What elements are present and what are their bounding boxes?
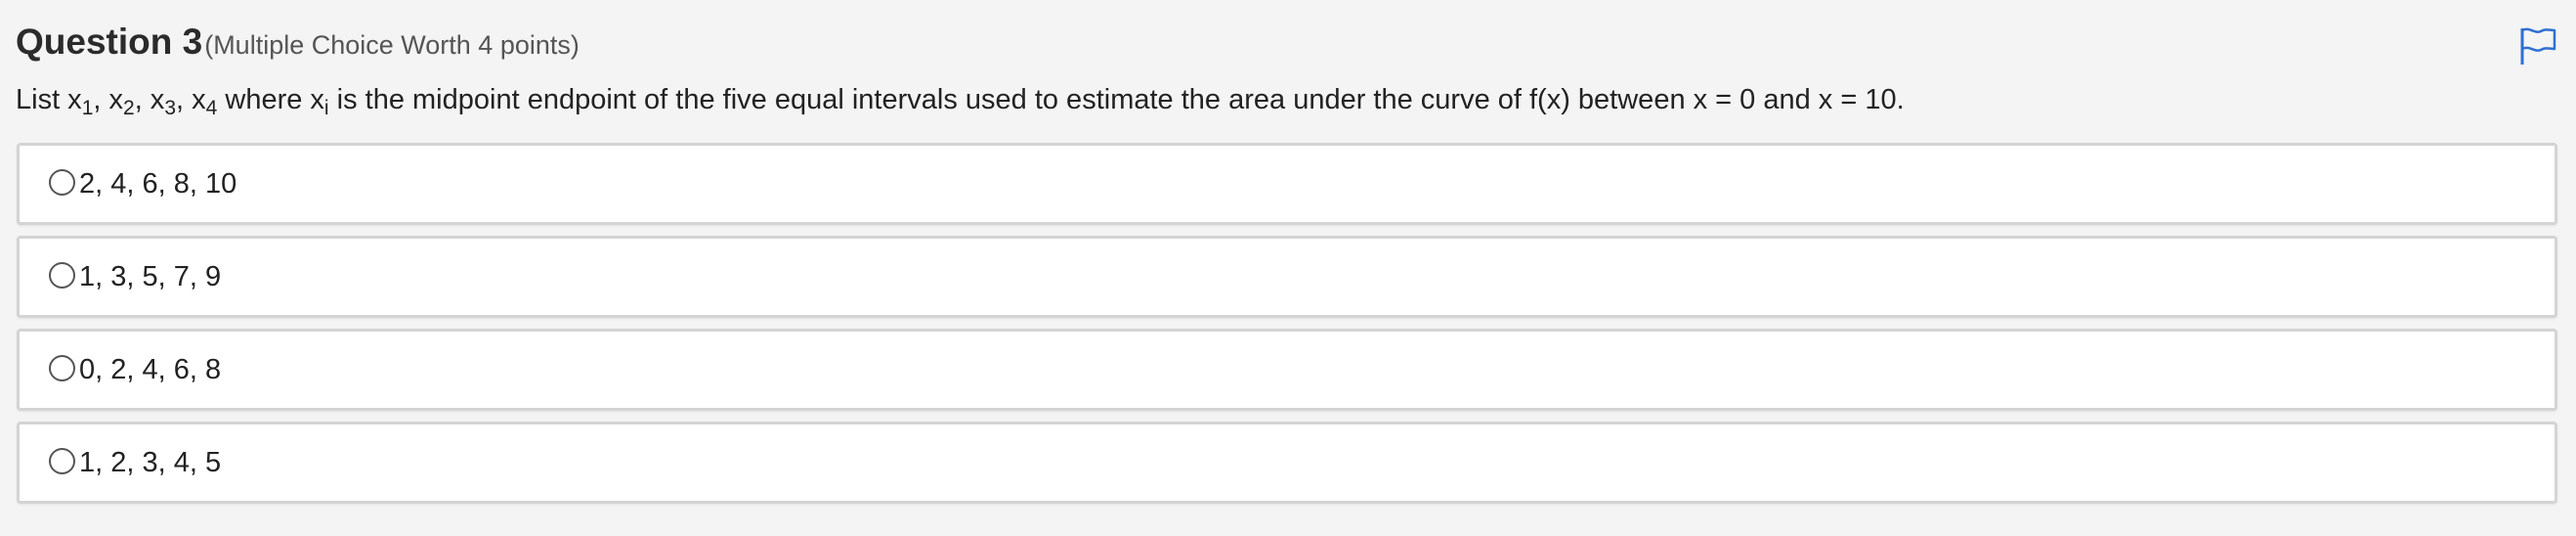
answer-option-1[interactable]: 2, 4, 6, 8, 10 (17, 143, 2557, 225)
flag-icon[interactable] (2517, 25, 2558, 67)
answer-label: 2, 4, 6, 8, 10 (79, 167, 237, 200)
question-title: Question 3 (16, 22, 203, 62)
question-header: Question 3 (Multiple Choice Worth 4 poin… (16, 22, 2576, 74)
answer-option-2[interactable]: 1, 3, 5, 7, 9 (17, 236, 2557, 318)
radio-button[interactable] (49, 354, 75, 381)
radio-button[interactable] (49, 447, 75, 474)
radio-button[interactable] (49, 261, 75, 289)
question-worth: (Multiple Choice Worth 4 points) (204, 30, 580, 60)
answer-label: 1, 3, 5, 7, 9 (79, 260, 222, 292)
answer-options: 2, 4, 6, 8, 10 1, 3, 5, 7, 9 0, 2, 4, 6,… (17, 143, 2557, 514)
answer-option-3[interactable]: 0, 2, 4, 6, 8 (17, 329, 2557, 411)
answer-option-4[interactable]: 1, 2, 3, 4, 5 (17, 422, 2557, 504)
question-prompt: List x1, x2, x3, x4 where xi is the midp… (16, 84, 1905, 119)
answer-label: 0, 2, 4, 6, 8 (79, 353, 222, 385)
radio-button[interactable] (49, 168, 75, 196)
answer-label: 1, 2, 3, 4, 5 (79, 446, 222, 478)
